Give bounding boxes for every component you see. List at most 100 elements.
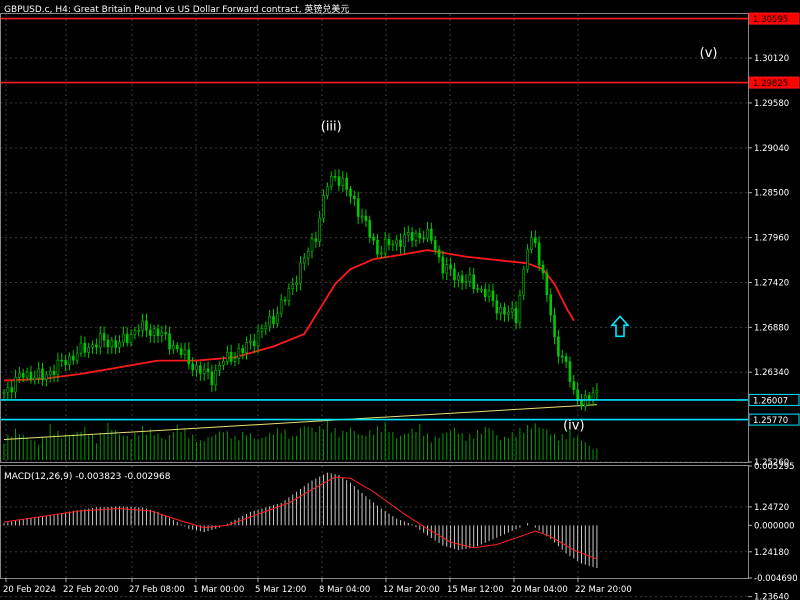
candle-body bbox=[141, 320, 144, 331]
candle-body bbox=[137, 330, 141, 332]
candle-body bbox=[110, 340, 114, 348]
candle-body bbox=[530, 237, 533, 250]
candle-body bbox=[187, 349, 191, 365]
candle-body bbox=[480, 288, 483, 291]
candle-body bbox=[260, 328, 264, 332]
candle-body bbox=[564, 356, 568, 362]
candle-body bbox=[322, 195, 325, 219]
candle-body bbox=[79, 342, 83, 354]
candle-body bbox=[572, 381, 576, 390]
macd-title: MACD(12,26,9) -0.003823 -0.002968 bbox=[4, 472, 171, 482]
candle-body bbox=[329, 175, 333, 187]
candle-body bbox=[118, 341, 121, 348]
candle-body bbox=[337, 176, 341, 186]
candle-body bbox=[376, 239, 379, 255]
candle-body bbox=[591, 392, 595, 401]
candle-body bbox=[48, 371, 52, 376]
candle-body bbox=[172, 345, 175, 350]
x-tick-label: 1 Mar 00:00 bbox=[193, 585, 244, 595]
candle-body bbox=[560, 355, 564, 358]
candle-body bbox=[268, 316, 271, 327]
candle-body bbox=[245, 342, 248, 353]
x-tick-label: 20 Feb 2024 bbox=[3, 585, 56, 595]
candle-body bbox=[249, 340, 252, 343]
x-tick-label: 5 Mar 12:00 bbox=[255, 585, 306, 595]
macd-y-tick-label: 0.000000 bbox=[754, 521, 795, 531]
candle-body bbox=[91, 344, 94, 348]
candle-body bbox=[403, 234, 406, 247]
y-tick-label: 1.30120 bbox=[754, 54, 789, 64]
candle-body bbox=[557, 336, 560, 357]
y-tick-label: 1.27960 bbox=[754, 234, 789, 244]
candle-body bbox=[10, 387, 13, 393]
candle-body bbox=[287, 288, 291, 301]
candle-body bbox=[199, 365, 202, 374]
candle-body bbox=[318, 217, 322, 242]
candle-body bbox=[41, 368, 44, 380]
wave-label: (v) bbox=[700, 46, 718, 61]
candle-body bbox=[283, 299, 287, 302]
macd-y-tick-label: 0.005295 bbox=[754, 462, 795, 472]
candle-body bbox=[445, 264, 449, 274]
candle-body bbox=[410, 232, 414, 241]
candle-body bbox=[210, 371, 214, 386]
y-tick-label: 1.26340 bbox=[754, 368, 789, 378]
candle-body bbox=[368, 220, 372, 238]
candle-body bbox=[222, 361, 225, 366]
chart-canvas: 1.30595 1.29825 1.26007 1.25770 (iii) (iv) (v… bbox=[0, 0, 800, 600]
candle-body bbox=[379, 252, 383, 255]
candle-body bbox=[52, 371, 56, 375]
candle-body bbox=[353, 195, 356, 199]
candle-body bbox=[333, 175, 337, 178]
candle-body bbox=[306, 250, 310, 259]
candle-body bbox=[102, 333, 106, 341]
candle-body bbox=[503, 307, 506, 315]
candle-body bbox=[422, 237, 425, 240]
candle-body bbox=[122, 333, 125, 343]
y-tick-label: 1.26880 bbox=[754, 323, 789, 333]
candle-body bbox=[152, 328, 156, 336]
candle-body bbox=[464, 281, 468, 283]
candle-body bbox=[72, 355, 75, 361]
candle-body bbox=[414, 233, 418, 241]
candle-body bbox=[299, 262, 302, 284]
x-tick-label: 22 Mar 20:00 bbox=[575, 585, 632, 595]
candle-body bbox=[149, 329, 152, 336]
candle-body bbox=[507, 311, 510, 315]
candle-body bbox=[175, 345, 179, 349]
candle-body bbox=[87, 347, 90, 353]
candle-body bbox=[106, 339, 110, 348]
candle-body bbox=[487, 290, 491, 298]
candle-body bbox=[468, 274, 472, 282]
candle-body bbox=[6, 387, 10, 393]
candle-body bbox=[491, 290, 495, 301]
candle-body bbox=[349, 189, 352, 197]
candle-body bbox=[272, 316, 275, 324]
candle-body bbox=[60, 359, 64, 362]
candle-body bbox=[399, 239, 402, 247]
candle-body bbox=[391, 243, 395, 246]
candle-body bbox=[64, 359, 67, 366]
candle-body bbox=[233, 358, 237, 362]
candle-body bbox=[310, 238, 314, 252]
x-tick-label: 15 Mar 12:00 bbox=[447, 585, 504, 595]
candle-body bbox=[426, 228, 429, 239]
candle-body bbox=[510, 308, 514, 313]
level-tag-label: 1.25770 bbox=[753, 416, 788, 426]
candle-body bbox=[584, 395, 587, 407]
candle-body bbox=[164, 332, 167, 335]
wave-label: (iii) bbox=[321, 119, 342, 134]
candle-body bbox=[314, 238, 318, 242]
x-tick-label: 22 Feb 20:00 bbox=[63, 585, 119, 595]
y-tick-label: 1.23640 bbox=[754, 593, 789, 600]
candle-body bbox=[145, 320, 148, 331]
candle-body bbox=[395, 239, 399, 245]
y-tick-label: 1.24180 bbox=[754, 548, 789, 558]
x-tick-label: 27 Feb 08:00 bbox=[129, 585, 185, 595]
candle-body bbox=[537, 242, 541, 266]
candle-body bbox=[568, 361, 572, 382]
candle-body bbox=[98, 333, 102, 348]
wave-label: (iv) bbox=[563, 419, 584, 434]
candle-body bbox=[237, 348, 241, 359]
candle-body bbox=[125, 333, 129, 343]
